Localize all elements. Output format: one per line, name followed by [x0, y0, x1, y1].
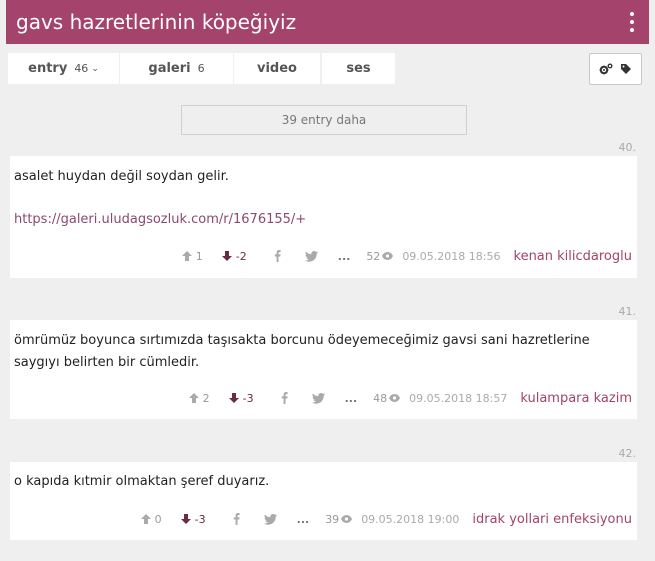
entry-footer: 2 -3 ... 48 09.05.2018 18:57 kulampara k…: [188, 390, 632, 406]
twitter-icon[interactable]: [304, 250, 318, 262]
entry-author[interactable]: kulampara kazim: [520, 391, 632, 406]
load-more-entries-button[interactable]: 39 entry daha: [181, 105, 467, 135]
eye-icon: [341, 515, 353, 523]
upvote-count: 1: [195, 249, 203, 263]
entry-text: o kapıda kıtmir olmaktan şeref duyarız.: [14, 474, 270, 489]
topic-settings-button[interactable]: [589, 53, 642, 85]
entry-text: asalet huydan değil soydan gelir.: [14, 169, 229, 184]
upvote-count: 2: [202, 391, 210, 405]
entry-card: ömrümüz boyunca sırtımızda taşısakta bor…: [10, 320, 637, 419]
arrow-down-icon: [180, 514, 191, 524]
upvote-button[interactable]: 0: [140, 513, 162, 526]
tab-entry-count: 46: [74, 62, 89, 75]
entry-date[interactable]: 09.05.2018 18:57: [409, 392, 507, 405]
tab-galeri-label: galeri: [148, 61, 191, 76]
tab-galeri-count: 6: [197, 62, 205, 75]
view-count: 39: [325, 512, 353, 526]
facebook-icon[interactable]: [233, 513, 240, 525]
downvote-button[interactable]: -3: [228, 392, 254, 405]
view-count: 52: [366, 249, 394, 263]
facebook-icon[interactable]: [274, 250, 281, 262]
view-count-value: 52: [366, 249, 381, 263]
tab-ses-label: ses: [346, 61, 371, 76]
upvote-button[interactable]: 1: [181, 250, 203, 263]
entry-card: o kapıda kıtmir olmaktan şeref duyarız. …: [10, 462, 637, 540]
downvote-button[interactable]: -2: [221, 250, 247, 263]
entry-footer: 1 -2 ... 52 09.05.2018 18:56 kenan kilic…: [181, 248, 632, 264]
entry-author[interactable]: idrak yollari enfeksiyonu: [472, 512, 632, 527]
facebook-icon[interactable]: [281, 392, 288, 404]
eye-icon: [382, 252, 394, 260]
downvote-button[interactable]: -3: [180, 513, 206, 526]
view-count: 48: [373, 391, 401, 405]
upvote-count: 0: [154, 512, 162, 526]
view-count-value: 48: [373, 391, 388, 405]
downvote-count: -3: [242, 391, 254, 405]
entry-text: saygıyı belirten bir cümledir.: [14, 355, 200, 370]
downvote-count: -2: [235, 249, 247, 263]
entry-link[interactable]: https://galeri.uludagsozluk.com/r/167615…: [14, 209, 306, 231]
tag-icon: [621, 64, 631, 74]
view-count-value: 39: [325, 512, 340, 526]
entry-author[interactable]: kenan kilicdaroglu: [514, 249, 633, 264]
tab-video[interactable]: video: [234, 53, 320, 84]
page-title[interactable]: gavs hazretlerinin köpeğiyiz: [16, 9, 296, 35]
upvote-button[interactable]: 2: [188, 392, 210, 405]
chevron-down-icon: ⌄: [91, 63, 99, 74]
tab-entry[interactable]: entry 46 ⌄: [8, 53, 119, 84]
arrow-up-icon: [181, 251, 192, 261]
entry-number[interactable]: 41.: [619, 305, 637, 318]
more-options-button[interactable]: ...: [297, 513, 310, 526]
more-vertical-icon[interactable]: [625, 11, 639, 33]
twitter-icon[interactable]: [311, 392, 325, 404]
tab-entry-label: entry: [28, 61, 68, 76]
tab-galeri[interactable]: galeri 6: [120, 53, 233, 84]
entry-date[interactable]: 09.05.2018 19:00: [361, 513, 459, 526]
eye-icon: [389, 394, 401, 402]
downvote-count: -3: [194, 512, 206, 526]
twitter-icon[interactable]: [263, 513, 277, 525]
entry-card: asalet huydan değil soydan gelir. https:…: [10, 156, 637, 278]
entry-number[interactable]: 40.: [619, 141, 637, 154]
tab-video-label: video: [257, 61, 297, 76]
entry-date[interactable]: 09.05.2018 18:56: [402, 250, 500, 263]
gears-icon: [599, 63, 613, 74]
entry-number[interactable]: 42.: [619, 447, 637, 460]
arrow-down-icon: [221, 251, 232, 261]
tab-ses[interactable]: ses: [322, 53, 395, 84]
more-options-button[interactable]: ...: [338, 250, 351, 263]
arrow-up-icon: [140, 514, 151, 524]
entry-footer: 0 -3 ... 39 09.05.2018 19:00 idrak yolla…: [140, 511, 632, 527]
more-options-button[interactable]: ...: [345, 392, 358, 405]
arrow-down-icon: [228, 393, 239, 403]
topic-header: gavs hazretlerinin köpeğiyiz: [6, 0, 649, 44]
entry-text: ömrümüz boyunca sırtımızda taşısakta bor…: [14, 333, 590, 348]
arrow-up-icon: [188, 393, 199, 403]
